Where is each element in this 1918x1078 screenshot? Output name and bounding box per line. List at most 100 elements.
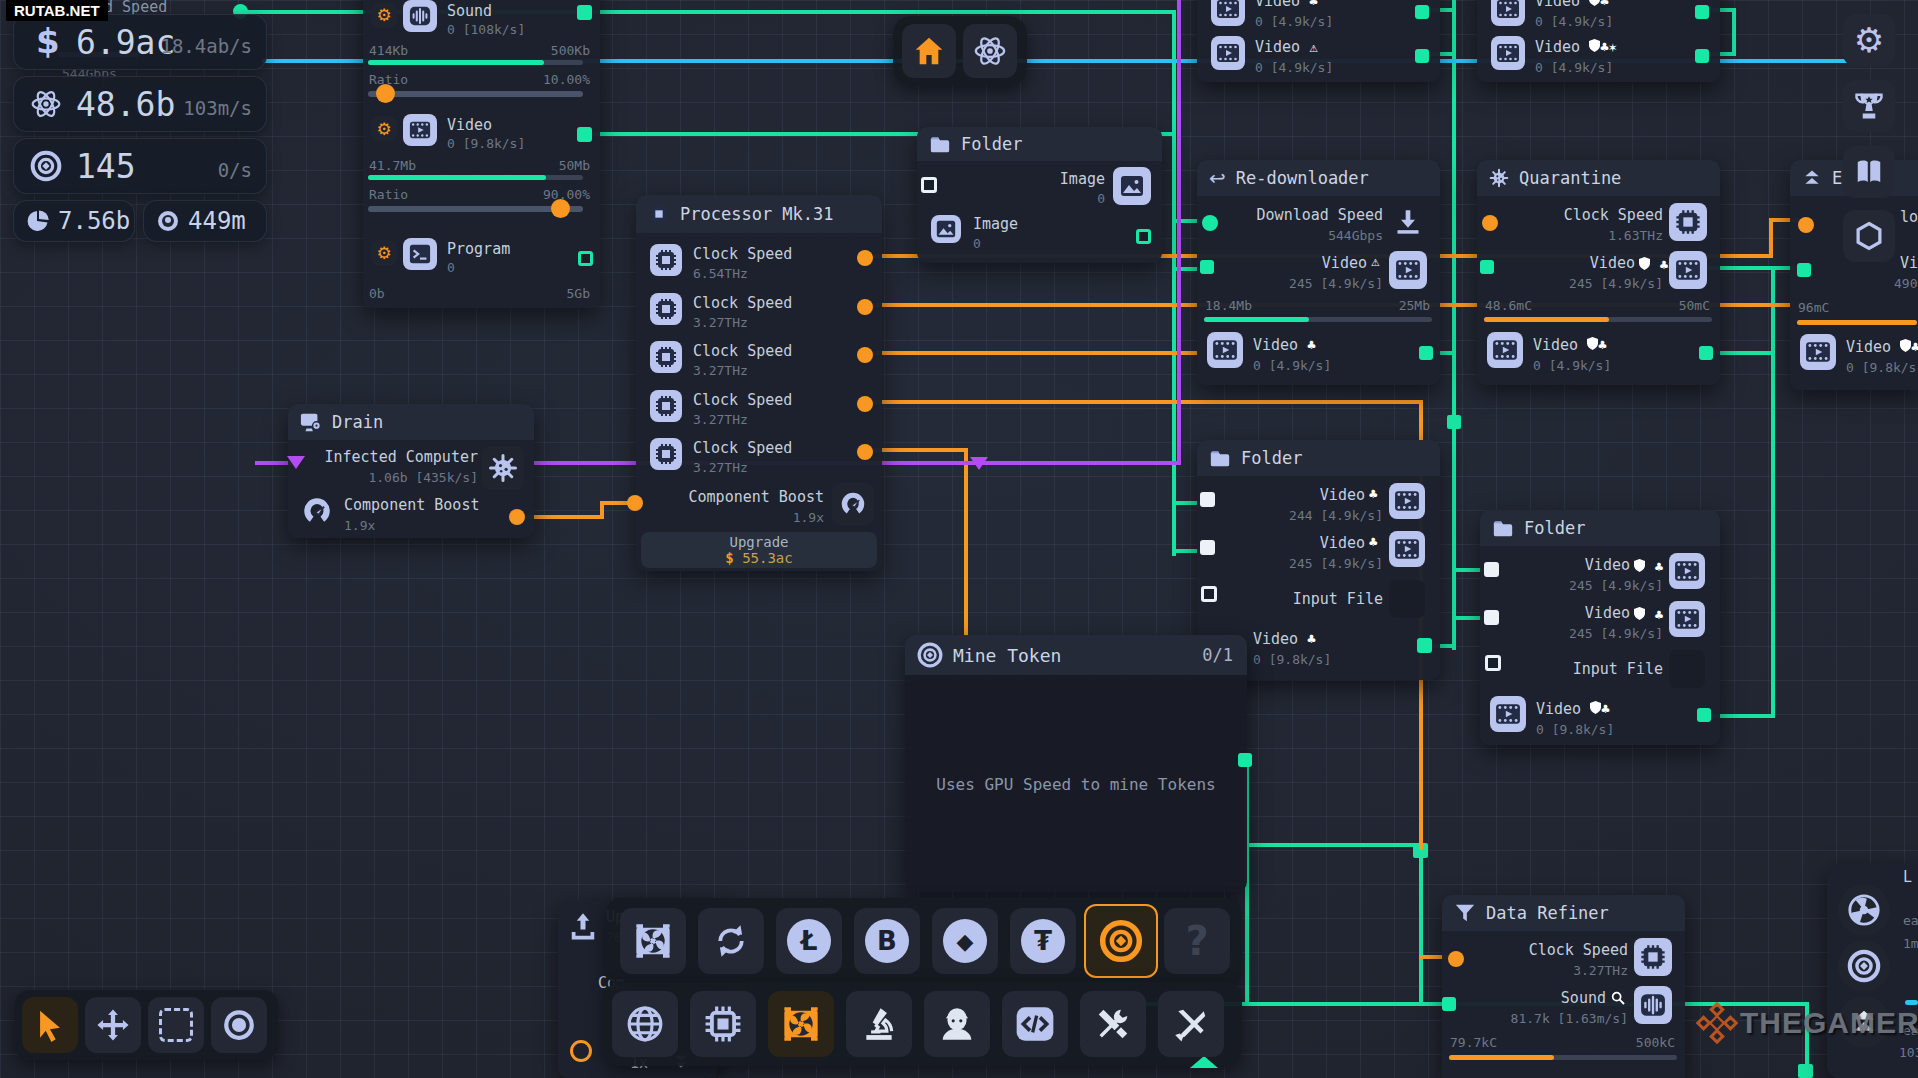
input-port[interactable] (1448, 951, 1464, 967)
input-port[interactable] (627, 495, 643, 511)
input-port[interactable] (1798, 217, 1814, 233)
cpu-button[interactable] (690, 991, 756, 1057)
panel-redownloader[interactable]: ↩Re-downloader Download Speed 544Gbps Vi… (1197, 160, 1440, 385)
output-port[interactable] (1415, 5, 1429, 19)
ratio-slider[interactable] (368, 91, 583, 97)
input-port-empty[interactable] (921, 177, 937, 193)
token-button[interactable] (1838, 940, 1890, 992)
input-port[interactable] (1484, 562, 1499, 577)
select-mode-button[interactable] (22, 997, 78, 1053)
panel-datarefiner[interactable]: Data Refiner Clock Speed 3.27THz Sound 8… (1442, 895, 1685, 1078)
shield-icon (1589, 39, 1600, 52)
research-counter[interactable]: 48.6b 103m/s (13, 76, 267, 132)
panel-folder3[interactable]: Folder Video ♣ 245 [4.9k/s] Video ♣ 245 … (1480, 510, 1720, 745)
home-button[interactable] (902, 24, 956, 78)
hex-button[interactable] (1843, 210, 1895, 262)
achievements-button[interactable] (1843, 80, 1895, 132)
input-file-slot[interactable] (1669, 650, 1705, 688)
gpu-button-active[interactable] (768, 991, 834, 1057)
ratio-knob[interactable] (551, 199, 570, 218)
output-port[interactable] (1697, 708, 1711, 722)
circle-mode-button[interactable] (211, 997, 267, 1053)
panel-processor[interactable]: Processor Mk.31 Clock Speed 6.54THz Cloc… (636, 195, 882, 571)
wire (1245, 843, 1421, 847)
help-button[interactable]: ? (1164, 908, 1230, 974)
input-port-empty[interactable] (1485, 655, 1501, 671)
film-icon (1207, 332, 1243, 368)
shield-icon (1634, 607, 1645, 620)
output-port[interactable] (1419, 346, 1433, 360)
ratio-ring[interactable] (570, 1040, 592, 1062)
design-button[interactable] (1158, 991, 1224, 1057)
input-port[interactable] (1797, 263, 1811, 277)
input-port[interactable] (1442, 997, 1456, 1011)
input-port[interactable] (1200, 260, 1214, 274)
code-button[interactable] (1002, 991, 1068, 1057)
refresh-button[interactable] (698, 908, 764, 974)
input-port[interactable] (1202, 215, 1218, 231)
research-button[interactable] (846, 991, 912, 1057)
output-port-empty[interactable] (578, 251, 593, 266)
money-counter[interactable]: $ 6.9ac 18.4ab/s (13, 14, 267, 70)
bitcoin-button[interactable]: B (854, 908, 920, 974)
token-button-selected[interactable] (1084, 904, 1158, 978)
output-port[interactable] (857, 250, 873, 266)
panel-video-a[interactable]: Video ♣ 0 [4.9k/s] Video ⚠ 0 [4.9k/s] (1197, 0, 1440, 82)
meter-counter[interactable]: 449m (143, 200, 267, 242)
gear-box[interactable]: ⚙ (371, 240, 397, 266)
hacker-button[interactable] (924, 991, 990, 1057)
pie-counter[interactable]: 7.56b (13, 200, 135, 242)
panel-drain[interactable]: Drain Infected Computer 1.06b [435k/s] C… (288, 404, 534, 538)
output-port[interactable] (857, 299, 873, 315)
canvas[interactable]: ad Speed 544Gbps $ 6.9ac 18.4ab/s 48.6b … (0, 0, 1918, 1078)
wire (872, 400, 1423, 404)
input-port[interactable] (1480, 260, 1494, 274)
upgrade-button[interactable]: Upgrade $ 55.3ac (641, 532, 877, 568)
panel-components[interactable]: ⚙ Sound 0 [108k/s] 414Kb 500Kb Ratio 10.… (363, 0, 600, 308)
input-port-empty[interactable] (1201, 586, 1217, 602)
input-port[interactable] (1200, 492, 1215, 507)
tether-button[interactable]: ₮ (1010, 908, 1076, 974)
output-port[interactable] (857, 347, 873, 363)
output-port[interactable] (1238, 753, 1252, 767)
output-port-empty[interactable] (1136, 229, 1151, 244)
output-port[interactable] (1415, 49, 1429, 63)
output-port[interactable] (509, 509, 525, 525)
input-port[interactable] (1484, 610, 1499, 625)
ethereum-button[interactable]: ◆ (932, 908, 998, 974)
output-port[interactable] (1695, 5, 1709, 19)
guide-button[interactable] (1843, 146, 1895, 198)
input-port[interactable] (1200, 540, 1215, 555)
tools-button[interactable] (1080, 991, 1146, 1057)
marquee-mode-button[interactable] (148, 997, 204, 1053)
panel-video-b[interactable]: Video ♣ 0 [4.9k/s] Video ♣✶ 0 [4.9k/s] (1477, 0, 1720, 82)
token-counter[interactable]: 145 0/s (13, 138, 267, 194)
output-port[interactable] (857, 396, 873, 412)
input-port[interactable] (1482, 215, 1498, 231)
pull-indicator[interactable] (1190, 1056, 1218, 1068)
gear-box[interactable]: ⚙ (371, 116, 397, 142)
gear-box[interactable]: ⚙ (371, 2, 397, 28)
output-port[interactable] (1695, 49, 1709, 63)
move-mode-button[interactable] (85, 997, 141, 1053)
shutter-button[interactable] (1838, 884, 1890, 936)
output-port[interactable] (577, 5, 592, 20)
network-button[interactable] (612, 991, 678, 1057)
litecoin-button[interactable]: Ł (776, 908, 842, 974)
gpu-button[interactable] (620, 908, 686, 974)
panel-folder1[interactable]: Folder Image 0 Image 0 (917, 127, 1162, 263)
gauge-lo: 41.7Mb (369, 158, 416, 173)
output-port[interactable] (577, 127, 592, 142)
ratio-knob[interactable] (376, 84, 395, 103)
input-file-slot[interactable] (1389, 580, 1425, 618)
panel-quarantine[interactable]: Quarantine Clock Speed 1.63THz Video ♣✶ … (1477, 160, 1720, 385)
pie-icon (26, 209, 50, 233)
output-port[interactable] (857, 444, 873, 460)
settings-button[interactable]: ⚙ (1843, 14, 1895, 66)
output-port[interactable] (1417, 638, 1432, 653)
research-button[interactable] (963, 24, 1017, 78)
output-port[interactable] (1699, 346, 1713, 360)
input-port[interactable] (287, 456, 305, 469)
panel-minetoken[interactable]: Mine Token0/1 Uses GPU Speed to mine Tok… (905, 635, 1247, 892)
gauge-box (832, 483, 874, 525)
